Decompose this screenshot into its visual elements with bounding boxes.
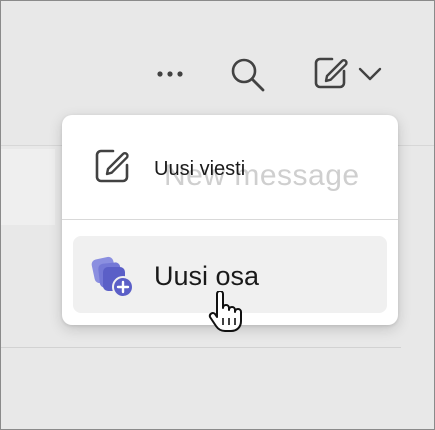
chevron-down-icon <box>358 67 382 81</box>
menu-item-new-message[interactable]: New message Uusi viesti <box>73 125 387 219</box>
background-panel <box>1 149 55 225</box>
compose-button[interactable] <box>301 51 393 95</box>
hand-cursor-icon <box>208 291 242 332</box>
more-horizontal-icon <box>157 71 183 77</box>
new-section-icon <box>91 256 134 298</box>
background-divider-bottom <box>1 347 401 348</box>
app-window: New message Uusi viesti Uusi osa <box>0 0 435 430</box>
more-options-button[interactable] <box>149 57 191 91</box>
compose-icon <box>95 149 129 183</box>
compose-icon <box>314 57 348 89</box>
menu-item-label: Uusi viesti <box>154 158 246 180</box>
menu-item-label: Uusi osa <box>154 261 260 291</box>
menu-divider <box>62 219 398 220</box>
search-button[interactable] <box>225 53 269 95</box>
search-icon <box>231 58 265 92</box>
